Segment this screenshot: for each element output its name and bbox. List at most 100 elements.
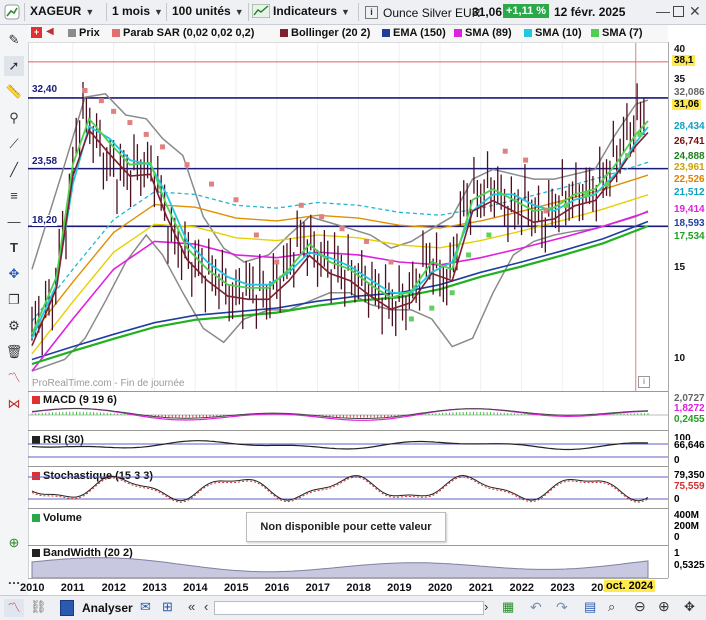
info-small-icon[interactable]: i (638, 376, 650, 388)
delete-legend-icon[interactable]: + (31, 27, 42, 38)
chevron-down-icon: ▼ (85, 7, 95, 17)
price-chart[interactable] (28, 43, 668, 391)
panel-value-label: 400M (674, 510, 700, 521)
segment-icon[interactable]: ⟋ (4, 134, 24, 154)
info-icon[interactable]: i (365, 6, 378, 19)
screener-icon[interactable]: ⊞ (162, 599, 173, 615)
undo-icon[interactable]: ↶ (530, 599, 542, 616)
close-icon[interactable]: ✕ (689, 3, 701, 20)
value-label: 26,741 (672, 136, 706, 147)
indicators-button[interactable]: Indicateurs ▼ (251, 3, 356, 20)
sar-point (543, 208, 549, 214)
settings-tools-icon[interactable]: ⚙ (4, 316, 24, 336)
zoom-out-icon[interactable]: ⊖ (634, 598, 646, 615)
time-scrollbar[interactable] (214, 601, 484, 615)
sar-point (319, 214, 325, 220)
line-icon[interactable]: ╱ (4, 160, 24, 180)
units-selector[interactable]: 100 unités ▼ (172, 3, 246, 20)
sar-point (82, 87, 88, 93)
x-tick-label: 2023 (550, 582, 575, 594)
y-tick-label: 10 (674, 352, 686, 364)
symbol-label: XAGEUR (30, 4, 82, 18)
zoom-in-icon[interactable]: ⊕ (658, 598, 670, 615)
ruler-icon[interactable]: 📏 (4, 82, 24, 102)
fit-icon[interactable]: ✥ (684, 599, 695, 615)
trash-icon[interactable]: 🗑 (4, 342, 24, 362)
move-icon[interactable]: ✥ (4, 264, 24, 284)
time-axis[interactable]: 2010 2011 2012 2013 2014 2015 2016 2017 2018 2019… (20, 578, 668, 596)
add-panel-icon[interactable]: ⊕ (4, 533, 24, 553)
sar-point (604, 181, 610, 187)
text-icon[interactable]: T (4, 238, 24, 258)
value-label: 28,434 (672, 121, 706, 132)
value-label: 21,512 (672, 187, 706, 198)
zoom-reset-icon[interactable]: ⌕ (608, 599, 615, 615)
x-tick-label: 2022 (509, 582, 535, 594)
legend-arrow-icon[interactable]: ◀ (46, 26, 54, 37)
redo-icon[interactable]: ↷ (556, 599, 568, 616)
bollinger-lower-line (31, 210, 649, 372)
link-icon[interactable]: ⛓ (30, 599, 47, 615)
volume-panel[interactable]: Volume Non disponible pour cette valeur (28, 508, 668, 546)
value-label: 18,593 (672, 218, 706, 229)
draw-mode-icon[interactable]: 〽 (4, 599, 24, 617)
sar-point (98, 98, 104, 104)
copy-icon[interactable]: ❐ (4, 290, 24, 310)
horizontal-line-icon[interactable]: ― (4, 212, 24, 232)
sma-green-line (31, 224, 649, 366)
period-selector[interactable]: 1 mois ▼ (112, 3, 168, 20)
indicator-legend: + ◀ Prix Parab SAR (0,02 0,02 0,2) Bolli… (28, 25, 668, 43)
value-label: 31,06 (672, 99, 702, 110)
ema150-line (31, 220, 649, 361)
legend-item-sma7[interactable]: SMA (7) (591, 27, 643, 40)
alert-lines-icon[interactable]: ⋈ (4, 394, 24, 414)
zoom-icon[interactable]: ⚲ (4, 108, 24, 128)
legend-item-sma89[interactable]: SMA (89) (454, 27, 512, 40)
panel-value-label: 1 (674, 548, 680, 559)
chat-icon[interactable]: ✉ (140, 599, 151, 615)
panel-value-label: 0 (674, 532, 680, 543)
analyser-button[interactable]: Analyser (82, 601, 133, 615)
legend-item-ema150[interactable]: EMA (150) (382, 27, 446, 40)
sar-point (584, 191, 590, 197)
legend-item-sma10[interactable]: SMA (10) (524, 27, 582, 40)
value-label: 19,414 (672, 204, 706, 215)
panel-value-label: 0 (674, 455, 680, 466)
scroll-left-fast-icon[interactable]: « (188, 599, 195, 614)
fibonacci-icon[interactable]: ≡ (4, 186, 24, 206)
analyser-icon[interactable] (60, 600, 74, 616)
drawing-toolbar: ✎ ➚ 📏 ⚲ ⟋ ╱ ≡ ― T ✥ ❐ ⚙ 🗑 〽 ⋈ ⊕ … (0, 25, 29, 595)
stoch-k-line (31, 474, 649, 502)
level-label-3: 18,20 (32, 215, 58, 226)
x-tick-label: 2020 (427, 582, 453, 594)
sar-point (233, 197, 239, 203)
indicators-label: Indicateurs (273, 4, 338, 18)
sar-point (364, 238, 370, 244)
pointer-icon[interactable]: ➚ (4, 56, 24, 76)
rsi-line (31, 440, 649, 451)
panel-value-label: 200M (674, 521, 700, 532)
stoch-d-line (31, 476, 649, 503)
price-axis[interactable]: 40 35 15 10 38,1 32,086 31,06 28,434 26,741 24,88… (668, 42, 706, 578)
pencil-icon[interactable]: ✎ (4, 30, 24, 50)
value-label: 17,534 (672, 231, 706, 242)
x-tick-label: 2011 (60, 582, 85, 594)
scroll-left-icon[interactable]: ‹ (204, 599, 208, 614)
sar-point (143, 131, 149, 137)
scroll-right-icon[interactable]: › (484, 599, 488, 614)
symbol-selector[interactable]: XAGEUR ▼ (30, 3, 104, 20)
legend-item-sar[interactable]: Parab SAR (0,02 0,02 0,2) (112, 27, 254, 40)
minimize-icon[interactable]: — (656, 3, 670, 19)
instrument-name: Ounce Silver EUR (383, 6, 481, 20)
chart-type-icon[interactable]: ▤ (584, 599, 596, 615)
restore-icon[interactable] (673, 6, 684, 17)
indicator-icon[interactable]: 〽 (4, 368, 24, 388)
value-label: 23,961 (672, 162, 706, 173)
calendar-icon[interactable]: ▦ (502, 599, 514, 615)
value-label: 32,086 (672, 87, 706, 98)
legend-item-bollinger[interactable]: Bollinger (20 2) (280, 27, 370, 40)
sar-point (298, 202, 304, 208)
sar-point (429, 305, 435, 311)
legend-item-price[interactable]: Prix (68, 27, 100, 40)
top-toolbar: XAGEUR ▼ 1 mois ▼ 100 unités ▼ Indicateurs ▼… (0, 0, 706, 25)
